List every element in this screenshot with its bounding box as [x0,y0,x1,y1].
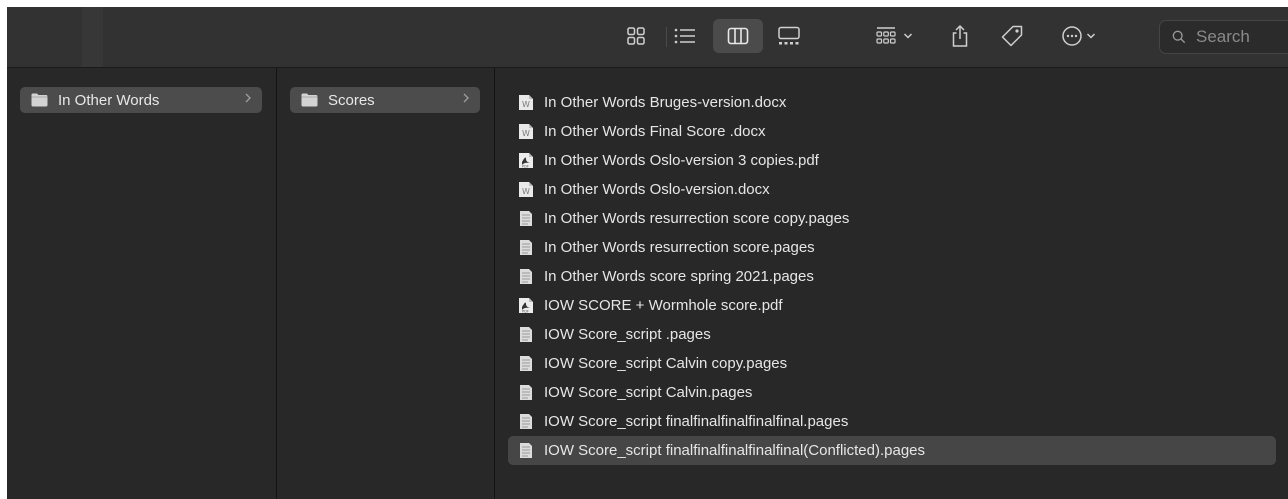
pages-icon [518,210,534,227]
file-name: In Other Words resurrection score.pages [544,239,815,256]
docx-icon: W [518,94,534,111]
folder-row[interactable]: Scores [290,87,480,113]
browser-column-2: Scores [277,68,495,499]
pages-icon [518,268,534,285]
finder-window: In Other Words Scores W In Other Words Br… [7,7,1288,499]
chevron-down-icon [903,33,913,39]
file-list: W In Other Words Bruges-version.docx W In O… [508,88,1276,465]
pages-icon [518,355,534,372]
chevron-down-icon [1086,33,1095,39]
file-row[interactable]: IOW Score_script finalfinalfinalfinalfin… [508,407,1276,436]
folder-label: Scores [328,91,375,109]
browser-column-3: W In Other Words Bruges-version.docx W In O… [495,68,1288,499]
file-name: IOW Score_script finalfinalfinalfinalfin… [544,442,926,459]
file-name: In Other Words Bruges-version.docx [544,94,787,111]
file-name: IOW SCORE + Wormhole score.pdf [544,297,783,314]
svg-text:W: W [522,100,530,109]
file-row[interactable]: IOW Score_script Calvin.pages [508,378,1276,407]
docx-icon: W [518,123,534,140]
list-view-icon [674,28,695,44]
group-icon [876,27,896,44]
share-icon [952,24,968,47]
file-row[interactable]: PDF IOW SCORE + Wormhole score.pdf [508,291,1276,320]
pages-icon [518,442,534,459]
tag-icon [1001,25,1023,47]
pdf-icon: PDF [518,152,534,169]
file-name: In Other Words Oslo-version.docx [544,181,770,198]
file-row[interactable]: PDF In Other Words Oslo-version 3 copies.… [508,146,1276,175]
svg-text:PDF: PDF [522,310,529,314]
search-icon [1172,30,1186,44]
column-view-button[interactable] [713,19,763,53]
more-actions-icon [1061,26,1082,46]
pages-icon [518,413,534,430]
pdf-icon: PDF [518,297,534,314]
svg-text:W: W [522,187,530,196]
group-button[interactable] [869,19,919,53]
chevron-right-icon [244,92,252,107]
folder-label: In Other Words [58,91,160,109]
file-row[interactable]: In Other Words resurrection score.pages [508,233,1276,262]
svg-text:PDF: PDF [522,165,529,169]
icon-view-icon [627,27,645,45]
search-input[interactable] [1194,26,1288,48]
file-name: In Other Words Final Score .docx [544,123,766,140]
file-row[interactable]: IOW Score_script finalfinalfinalfinalfin… [508,436,1276,465]
column-view-icon [727,27,749,45]
file-row[interactable]: In Other Words score spring 2021.pages [508,262,1276,291]
file-row[interactable]: W In Other Words Bruges-version.docx [508,88,1276,117]
toolbar-separator [666,27,667,47]
folder-icon [31,93,48,107]
file-name: In Other Words resurrection score copy.p… [544,210,850,227]
file-name: IOW Score_script Calvin.pages [544,384,753,401]
sidebar-divider[interactable] [82,7,103,67]
search-field[interactable] [1159,20,1288,54]
file-row[interactable]: W In Other Words Oslo-version.docx [508,175,1276,204]
browser-column-1: In Other Words [7,68,277,499]
pages-icon [518,326,534,343]
share-button[interactable] [943,19,977,53]
file-row[interactable]: In Other Words resurrection score copy.p… [508,204,1276,233]
more-actions-button[interactable] [1053,19,1103,53]
list-view-button[interactable] [668,19,702,53]
pages-icon [518,384,534,401]
file-name: IOW Score_script finalfinalfinalfinalfin… [544,413,849,430]
docx-icon: W [518,181,534,198]
icon-view-button[interactable] [619,19,653,53]
file-row[interactable]: W In Other Words Final Score .docx [508,117,1276,146]
file-name: IOW Score_script Calvin copy.pages [544,355,788,372]
file-name: IOW Score_script .pages [544,326,711,343]
chevron-right-icon [462,92,470,107]
folder-row[interactable]: In Other Words [20,87,262,113]
file-row[interactable]: IOW Score_script .pages [508,320,1276,349]
toolbar [7,7,1288,68]
gallery-view-icon [778,26,800,45]
pages-icon [518,239,534,256]
file-row[interactable]: IOW Score_script Calvin copy.pages [508,349,1276,378]
gallery-view-button[interactable] [771,19,807,53]
folder-icon [301,93,318,107]
svg-text:W: W [522,129,530,138]
file-name: In Other Words score spring 2021.pages [544,268,814,285]
tag-button[interactable] [995,19,1029,53]
file-name: In Other Words Oslo-version 3 copies.pdf [544,152,819,169]
